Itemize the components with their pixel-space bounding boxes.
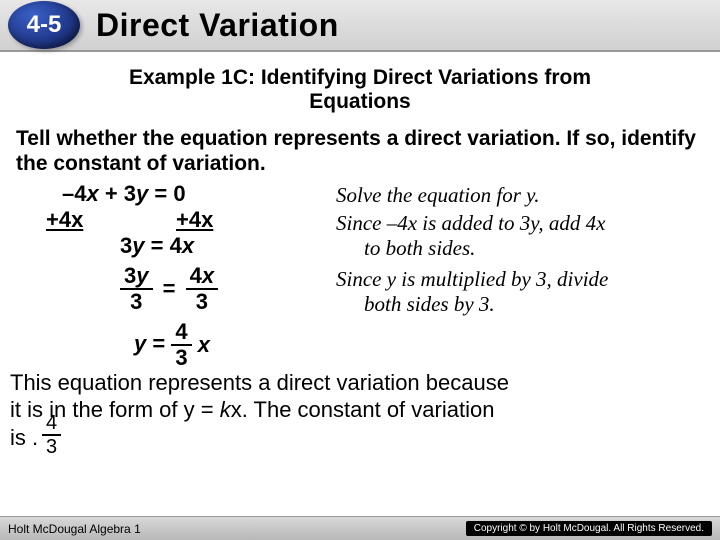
equation-final: y = 43 x — [134, 321, 210, 369]
example-title: Example 1C: Identifying Direct Variation… — [16, 66, 704, 114]
example-title-line2: Equations — [309, 90, 411, 113]
instruction-text: Tell whether the equation represents a d… — [16, 126, 704, 176]
work-area: –4x + 3y = 0 +4x +4x 3y = 4x 3y3 = 4x3 y… — [16, 181, 704, 411]
content-area: Example 1C: Identifying Direct Variation… — [0, 52, 720, 411]
equation-original: –4x + 3y = 0 — [62, 181, 186, 207]
example-title-line1: Example 1C: Identifying Direct Variation… — [129, 66, 591, 89]
section-number: 4-5 — [27, 11, 62, 39]
add-left: +4x — [46, 207, 83, 233]
conclusion: This equation represents a direct variat… — [10, 369, 704, 452]
header-bar: 4-5 Direct Variation — [0, 0, 720, 52]
footer-book: Holt McDougal Algebra 1 — [8, 522, 141, 536]
footer-copyright: Copyright © by Holt McDougal. All Rights… — [466, 521, 712, 536]
page-title: Direct Variation — [96, 7, 339, 44]
note-add: Since –4x is added to 3y, add 4x to both… — [336, 211, 605, 261]
add-right: +4x — [176, 207, 213, 233]
section-badge: 4-5 — [8, 1, 80, 49]
footer: Holt McDougal Algebra 1 Copyright © by H… — [0, 516, 720, 540]
note-divide: Since y is multiplied by 3, divide both … — [336, 267, 608, 317]
equation-step3: 3y3 = 4x3 — [120, 265, 218, 313]
equation-step2: 3y = 4x — [120, 233, 194, 259]
note-solve: Solve the equation for y. — [336, 183, 540, 208]
